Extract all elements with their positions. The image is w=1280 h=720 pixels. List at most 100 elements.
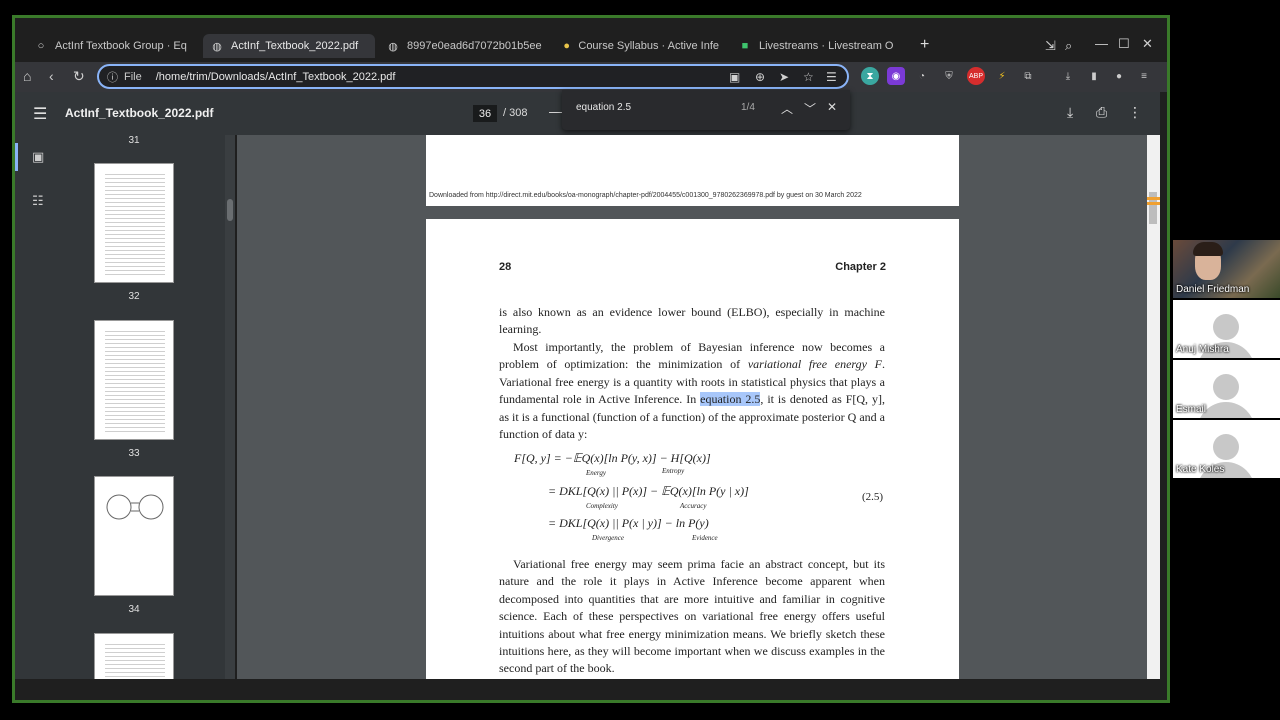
find-input[interactable]: equation 2.5 xyxy=(576,102,631,113)
thumbnail-text-line xyxy=(105,194,165,195)
participant-tile[interactable]: Anuj Mishra xyxy=(1173,300,1280,358)
reload-button[interactable]: ↻ xyxy=(73,68,85,85)
scheme-label: File xyxy=(124,70,142,83)
thumbnail-text-line xyxy=(105,407,165,408)
thumbnail-text-line xyxy=(105,202,165,203)
extension-hourglass-icon[interactable]: ⧗ xyxy=(861,67,879,85)
pdf-print-icon[interactable]: ⎙ xyxy=(1096,104,1107,121)
para-text: Most importantly, the problem of Bayesia… xyxy=(499,339,885,443)
chapter-label: Chapter 2 xyxy=(835,261,886,273)
pdf-download-icon[interactable]: ⤓ xyxy=(1067,104,1073,121)
thumbnail-page[interactable] xyxy=(94,633,174,679)
thumbnail-page[interactable] xyxy=(94,163,174,283)
zoom-out-button[interactable]: — xyxy=(549,103,563,119)
back-button[interactable]: ‹ xyxy=(49,68,54,84)
thumbnails-icon[interactable]: ▣ xyxy=(32,149,44,165)
page-number-input[interactable]: 36 xyxy=(473,105,497,122)
download-icon[interactable]: ⤓ xyxy=(1059,67,1077,85)
thumbnail-page[interactable] xyxy=(94,476,174,596)
bookmark-star-icon[interactable]: ☆ xyxy=(803,70,814,84)
viewer-scrollbar[interactable] xyxy=(1147,135,1160,679)
adblock-icon[interactable]: ABP xyxy=(967,67,985,85)
thumbnail-text-line xyxy=(105,246,165,247)
thumbnail-label: 31 xyxy=(128,135,140,146)
thumbnail-text-line xyxy=(105,387,165,388)
thumbnail-text-line xyxy=(105,431,165,432)
chat-icon: ● xyxy=(563,40,571,52)
thumbnail-text-line xyxy=(105,182,165,183)
profile-icon[interactable]: ● xyxy=(1110,67,1128,85)
address-bar[interactable]: ⓘ File /home/trim/Downloads/ActInf_Textb… xyxy=(97,64,849,89)
outline-icon[interactable]: ☷ xyxy=(32,193,44,209)
tab-label: Livestreams · Livestream O xyxy=(759,40,894,52)
zoom-icon[interactable]: ⊕ xyxy=(755,70,765,84)
globe-icon: ◍ xyxy=(212,40,222,53)
find-next-button[interactable]: ﹀ xyxy=(804,100,816,117)
tab-course-syllabus[interactable]: ● Course Syllabus · Active Infe xyxy=(555,34,727,58)
url-text[interactable]: /home/trim/Downloads/ActInf_Textbook_202… xyxy=(156,71,396,83)
thumbnail-panel: 31 32 33 34 xyxy=(63,135,225,679)
tab-hash-page[interactable]: ◍ 8997e0ead6d7072b01b5ee xyxy=(379,34,551,58)
side-panel-icon[interactable]: ▮ xyxy=(1085,67,1103,85)
extensions-puzzle-icon[interactable]: ⧉ xyxy=(1019,67,1037,85)
find-previous-button[interactable]: ︿ xyxy=(781,100,793,117)
pdf-menu-icon[interactable]: ☰ xyxy=(33,104,47,124)
thumbnail-text-line xyxy=(105,672,165,673)
equation-text: = DKL[Q(x) || P(x | y)] − ln P(y) xyxy=(548,516,709,530)
extension-incognito-icon[interactable]: ◔ xyxy=(913,67,931,85)
thumbnail-scrollbar[interactable] xyxy=(225,135,235,679)
thumbnail-text-line xyxy=(105,174,165,175)
thumbnail-text-line xyxy=(105,218,165,219)
equation-line-1: F[Q, y] = −𝔼Q(x)[ln P(y, x)] − H[Q(x)] E… xyxy=(514,451,711,477)
download-note: Downloaded from http://direct.mit.edu/bo… xyxy=(429,192,862,199)
paragraph-1: is also known as an evidence lower bound… xyxy=(499,304,885,339)
thumbnail-text-line xyxy=(105,427,165,428)
thumbnail-text-line xyxy=(105,399,165,400)
find-close-button[interactable]: ✕ xyxy=(827,100,837,114)
home-icon[interactable]: ⌂ xyxy=(23,68,31,84)
equation-line-2: = DKL[Q(x) || P(x)] − 𝔼Q(x)[ln P(y | x)]… xyxy=(548,484,749,510)
tab-livestreams[interactable]: ■ Livestreams · Livestream O xyxy=(731,34,903,58)
thumbnail-text-line xyxy=(105,375,165,376)
participant-tile[interactable]: Esmail xyxy=(1173,360,1280,418)
thumbnail-text-line xyxy=(105,411,165,412)
extension-bolt-icon[interactable]: ⚡ xyxy=(993,67,1011,85)
pdf-viewer[interactable]: Downloaded from http://direct.mit.edu/bo… xyxy=(237,135,1147,679)
participant-tile[interactable]: Daniel Friedman xyxy=(1173,240,1280,298)
thumbnail-page[interactable] xyxy=(94,320,174,440)
tab-label: 8997e0ead6d7072b01b5ee xyxy=(407,40,542,52)
browser-menu-icon[interactable]: ≡ xyxy=(1135,67,1153,85)
para-text: is also known as an evidence lower bound… xyxy=(499,305,885,337)
send-icon[interactable]: ➤ xyxy=(779,70,789,84)
pdf-action-icon[interactable]: ▣ xyxy=(729,70,740,84)
participant-tile[interactable]: Kate Koles xyxy=(1173,420,1280,478)
thumbnail-text-line xyxy=(105,403,165,404)
thumbnail-text-line xyxy=(105,242,165,243)
tab-strip: ○ ActInf Textbook Group · Eq ◍ ActInf_Te… xyxy=(15,18,1167,62)
info-icon[interactable]: ⓘ xyxy=(107,69,118,85)
thumbnail-text-line xyxy=(105,648,165,649)
new-tab-button[interactable]: + xyxy=(920,36,929,54)
screen: ○ ActInf Textbook Group · Eq ◍ ActInf_Te… xyxy=(0,0,1280,720)
thumbnail-text-line xyxy=(105,347,165,348)
extension-purple-icon[interactable]: ◉ xyxy=(887,67,905,85)
find-count: 1/4 xyxy=(741,102,755,113)
extension-shield-icon[interactable]: ⛨ xyxy=(940,67,958,85)
tab-textbook-pdf[interactable]: ◍ ActInf_Textbook_2022.pdf xyxy=(203,34,375,58)
thumbnail-text-line xyxy=(105,331,165,332)
equation-underbrace-label: Accuracy xyxy=(680,502,707,510)
thumbnail-text-line xyxy=(105,234,165,235)
reading-list-icon[interactable]: ☰ xyxy=(826,70,837,84)
minimize-button[interactable]: — xyxy=(1095,36,1108,51)
tab-actinf-group[interactable]: ○ ActInf Textbook Group · Eq xyxy=(27,34,199,58)
tab-search-icon[interactable]: ⇲ xyxy=(1045,38,1056,54)
thumbnail-text-line xyxy=(105,351,165,352)
avatar-icon xyxy=(1213,374,1239,400)
close-button[interactable]: ✕ xyxy=(1142,36,1153,52)
thumbnail-text-line xyxy=(105,178,165,179)
equation-underbrace-label: Energy xyxy=(586,469,606,477)
globe-icon: ◍ xyxy=(388,40,398,53)
pdf-more-icon[interactable]: ⋮ xyxy=(1128,104,1142,121)
maximize-button[interactable]: ☐ xyxy=(1118,36,1130,52)
search-icon[interactable]: ⌕ xyxy=(1065,38,1072,54)
